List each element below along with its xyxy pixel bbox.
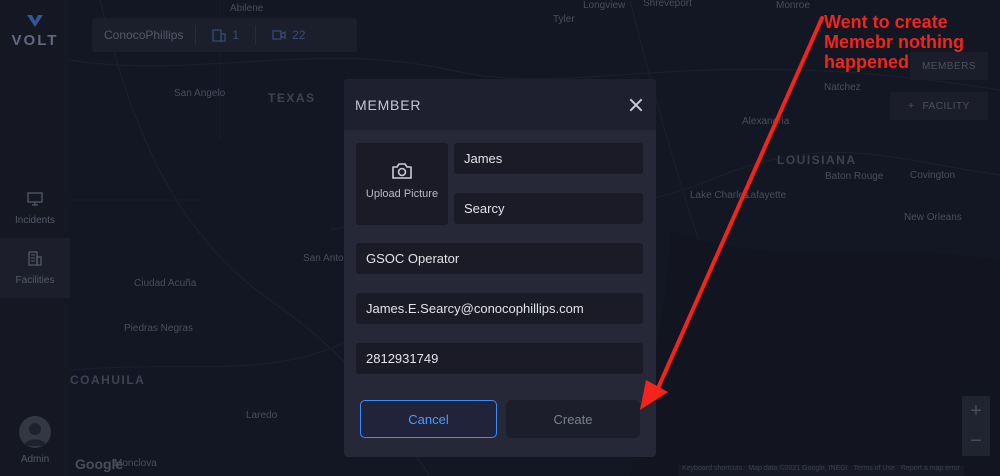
annotation-text: Went to create Memebr nothing happened (824, 12, 964, 72)
